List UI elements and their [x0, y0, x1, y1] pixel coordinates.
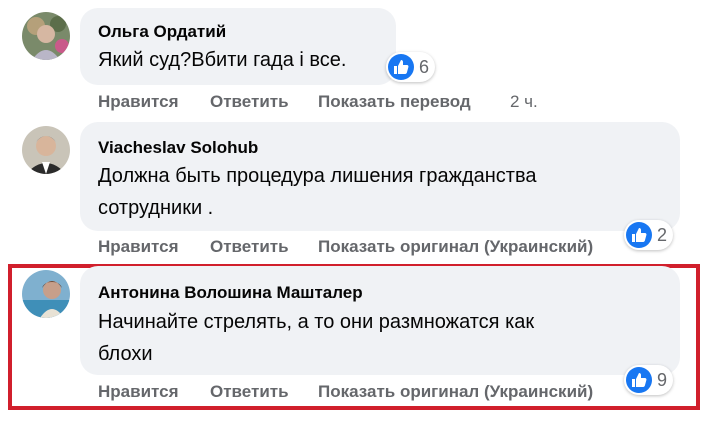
- comment-author[interactable]: Антонина Волошина Машталер: [98, 283, 363, 303]
- reply-link[interactable]: Ответить: [210, 382, 289, 402]
- comment-bubble: Антонина Волошина Машталер Начинайте стр…: [80, 266, 680, 375]
- like-link[interactable]: Нравится: [98, 382, 179, 402]
- reaction-badge[interactable]: 9: [624, 365, 674, 395]
- comment-text-line: блохи: [98, 343, 153, 365]
- comment: Антонина Волошина Машталер Начинайте стр…: [0, 0, 706, 410]
- thumbs-up-icon: [626, 367, 652, 393]
- translate-link[interactable]: Показать оригинал (Украинский): [318, 382, 593, 402]
- avatar[interactable]: [22, 270, 70, 318]
- comment-text: Начинайте стрелять, а то они размножатся…: [98, 306, 534, 370]
- reaction-count: 9: [657, 369, 668, 390]
- comment-text-line: Начинайте стрелять, а то они размножатся…: [98, 311, 535, 333]
